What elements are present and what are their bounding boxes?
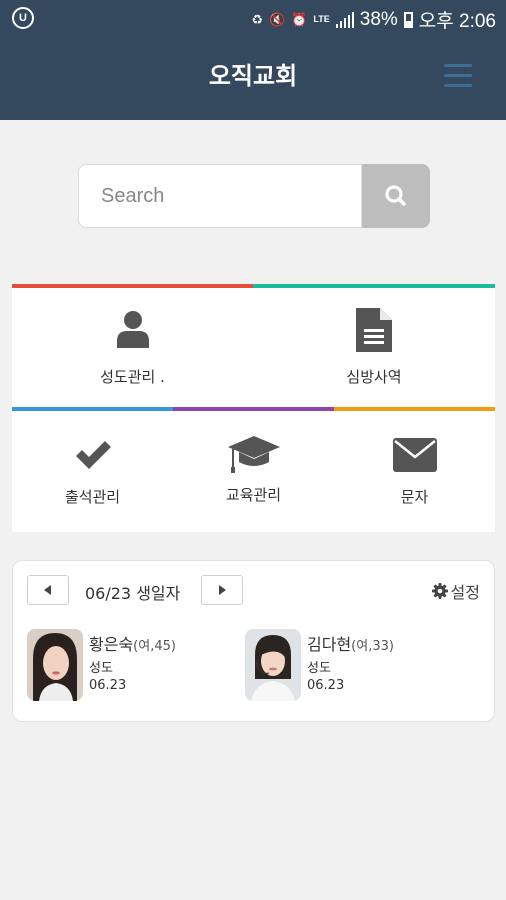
- avatar: [245, 629, 301, 701]
- battery-percent: 38%: [359, 8, 398, 30]
- person-meta: (여,33): [351, 639, 394, 654]
- network-type: LTE: [313, 14, 330, 24]
- accent-bar-blue: [12, 407, 173, 411]
- birthday-person[interactable]: 황은숙(여,45) 성도 06.23: [27, 629, 237, 701]
- person-name-line: 황은숙(여,45): [89, 631, 176, 655]
- mute-icon: 🔇: [269, 11, 286, 27]
- menu-item-label: 출석관리: [64, 488, 121, 506]
- person-role: 성도: [89, 661, 113, 676]
- status-bar: U ♻ 🔇 ⏰ LTE 38% 오후 2:06: [0, 0, 506, 36]
- menu-item-members[interactable]: 성도관리 .: [12, 310, 253, 387]
- search-icon: [385, 185, 406, 206]
- alarm-icon: ⏰: [291, 11, 308, 27]
- carrier-u-icon: U: [12, 7, 34, 29]
- clock: 오후 2:06: [418, 11, 496, 32]
- recycle-icon: ♻: [251, 11, 264, 27]
- search-bar: [78, 164, 430, 228]
- person-name-line: 김다현(여,33): [307, 631, 394, 655]
- search-input[interactable]: [78, 164, 362, 228]
- document-icon: [356, 308, 392, 352]
- settings-label: 설정: [450, 583, 480, 602]
- person-name: 김다현: [307, 635, 352, 654]
- envelope-icon: [392, 438, 437, 472]
- birthday-date-title: 06/23 생일자: [85, 584, 181, 603]
- accent-bar-red: [12, 284, 253, 288]
- birthday-card: 06/23 생일자 설정 황은숙(여,45) 성도 06.23 김다현(여,33…: [12, 560, 495, 722]
- person-meta: (여,45): [133, 639, 176, 654]
- status-icons: ♻ 🔇 ⏰ LTE 38% 오후 2:06: [251, 6, 496, 33]
- menu-item-attendance[interactable]: 출석관리: [12, 440, 173, 507]
- search-button[interactable]: [362, 164, 430, 228]
- menu-item-message[interactable]: 문자: [334, 438, 495, 507]
- person-birthday: 06.23: [307, 678, 345, 693]
- battery-icon: [403, 11, 413, 28]
- graduation-cap-icon: [227, 436, 280, 473]
- accent-bar-purple: [173, 407, 334, 411]
- hamburger-icon[interactable]: [444, 63, 472, 89]
- accent-bar-teal: [253, 284, 495, 288]
- next-date-button[interactable]: [201, 575, 243, 605]
- menu-item-label: 성도관리 .: [100, 368, 165, 386]
- birthday-person[interactable]: 김다현(여,33) 성도 06.23: [245, 629, 475, 701]
- checkmark-icon: [75, 441, 111, 469]
- caret-left-icon: [44, 585, 51, 595]
- menu-item-visitation[interactable]: 심방사역: [253, 308, 495, 387]
- menu-panel: 성도관리 . 심방사역 출석관리 교육관리 문자: [12, 284, 495, 532]
- person-birthday: 06.23: [89, 678, 127, 693]
- menu-item-label: 심방사역: [346, 368, 402, 386]
- person-icon: [116, 311, 149, 348]
- app-header: 오직교회: [0, 36, 506, 120]
- settings-button[interactable]: 설정: [431, 579, 480, 603]
- caret-right-icon: [219, 585, 226, 595]
- accent-bar-orange: [334, 407, 495, 411]
- person-name: 황은숙: [89, 635, 134, 654]
- gear-icon: [431, 583, 448, 599]
- avatar: [27, 629, 83, 701]
- menu-item-label: 문자: [400, 488, 429, 506]
- prev-date-button[interactable]: [27, 575, 69, 605]
- menu-item-education[interactable]: 교육관리: [173, 434, 334, 505]
- menu-item-label: 교육관리: [225, 486, 282, 504]
- signal-icon: [335, 11, 354, 28]
- person-role: 성도: [307, 661, 331, 676]
- page-title: 오직교회: [208, 62, 298, 90]
